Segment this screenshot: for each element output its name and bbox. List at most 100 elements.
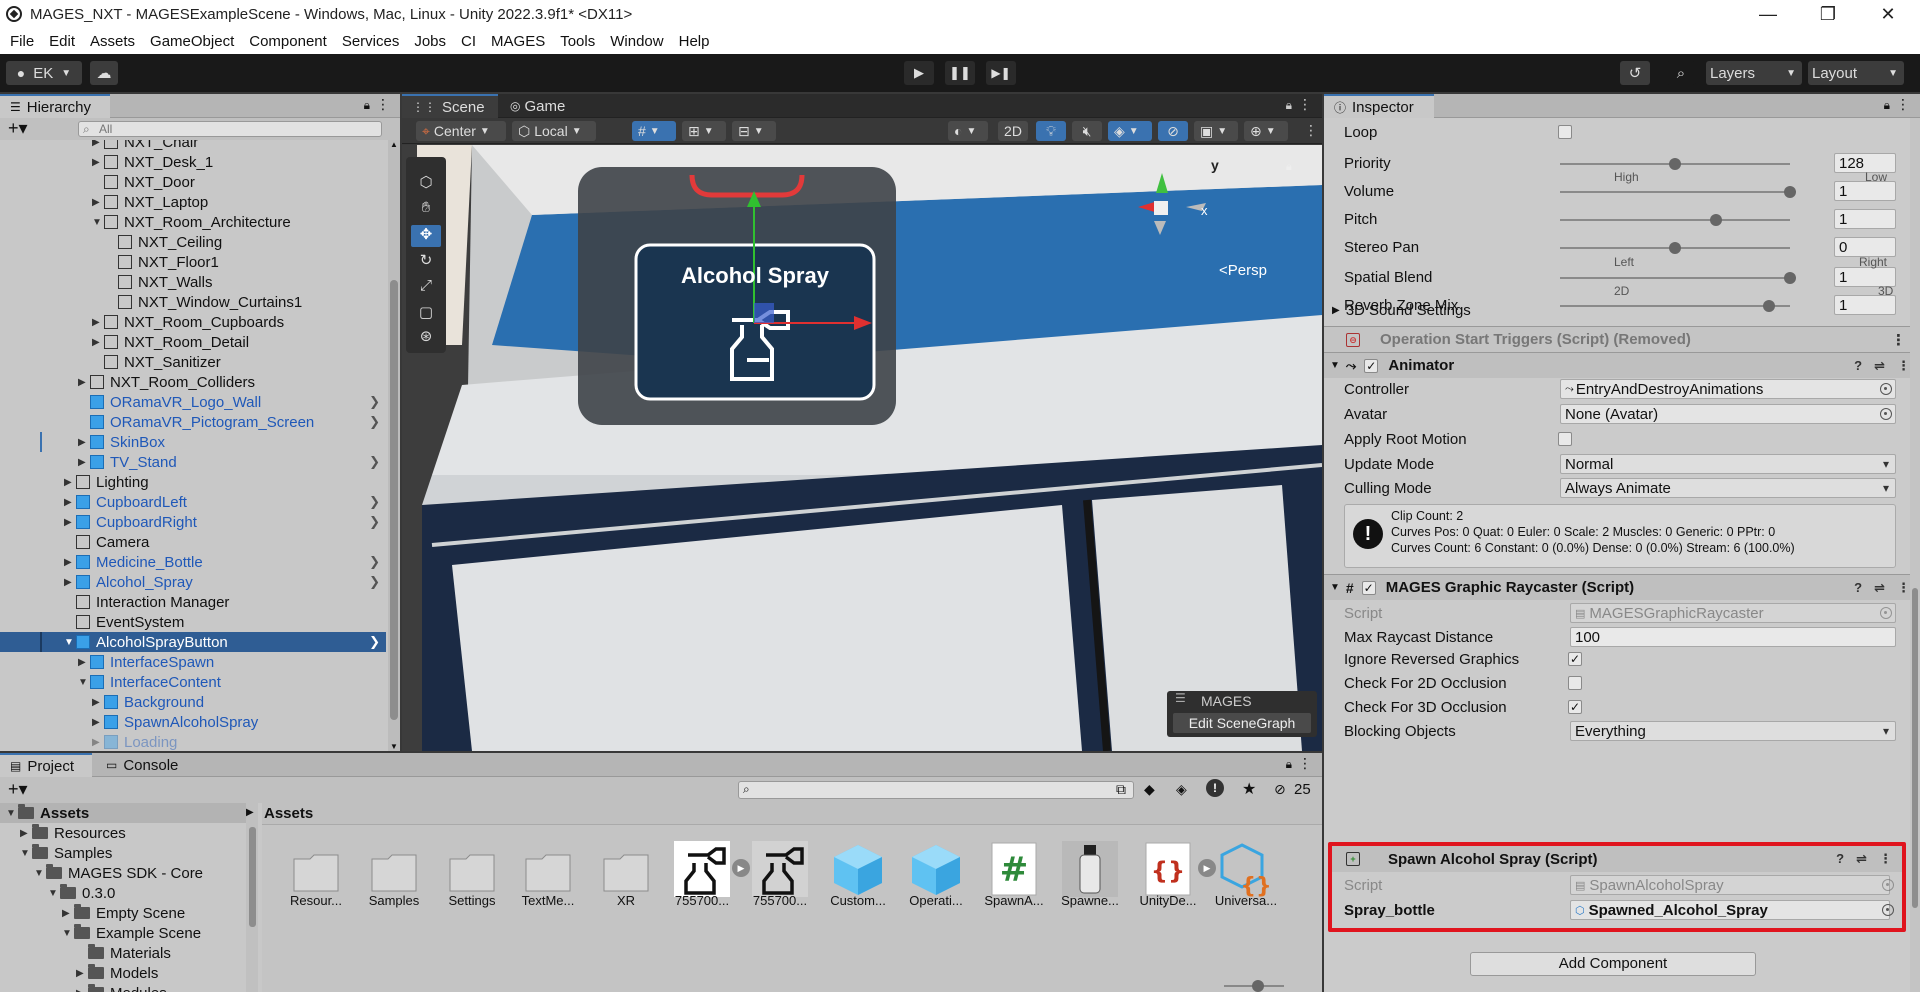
chevron-right-icon[interactable]: ▶ bbox=[92, 317, 104, 328]
hierarchy-item[interactable]: ▶ CupboardRight ❯ bbox=[0, 512, 386, 532]
check-2d-checkbox[interactable] bbox=[1568, 676, 1582, 690]
3d-sound-settings-foldout[interactable]: ▶ 3D Sound Settings bbox=[1332, 299, 1908, 321]
project-tree-item[interactable]: ▼ Assets bbox=[0, 803, 258, 823]
rotate-tool-button[interactable]: ↻ bbox=[411, 251, 441, 273]
lock-icon[interactable]: 🔒︎ bbox=[1286, 98, 1292, 113]
project-tree-item[interactable]: ▶ Resources bbox=[0, 823, 258, 843]
add-icon[interactable]: +▾ bbox=[8, 779, 28, 800]
pause-button[interactable]: ❚❚ bbox=[945, 61, 975, 85]
chevron-right-icon[interactable]: ▶ bbox=[92, 737, 104, 748]
visibility-toggle[interactable]: ⊘ bbox=[1158, 121, 1188, 141]
csharp-script-icon[interactable]: # bbox=[986, 841, 1042, 897]
op-triggers-header[interactable]: ⊖ Operation Start Triggers (Script) (Rem… bbox=[1324, 326, 1920, 352]
play-button[interactable]: ▶ bbox=[904, 61, 934, 85]
kebab-menu-icon[interactable]: ⋮ bbox=[1897, 580, 1910, 596]
chevron-right-icon[interactable]: ▶ bbox=[92, 717, 104, 728]
audio-value-input[interactable]: 1 bbox=[1834, 181, 1896, 201]
expand-asset-icon[interactable]: ▶ bbox=[732, 859, 750, 877]
edit-scenegraph-button[interactable]: Edit SceneGraph bbox=[1173, 713, 1311, 733]
chevron-right-icon[interactable]: ▶ bbox=[78, 657, 90, 668]
move-tool-button[interactable]: ✥ bbox=[411, 225, 441, 247]
open-prefab-icon[interactable]: ❯ bbox=[369, 494, 380, 510]
ruler-button[interactable]: ⊟ ▼ bbox=[732, 121, 776, 141]
tab-scene[interactable]: ⋮⋮ Scene bbox=[402, 94, 498, 118]
star-icon[interactable]: ★ bbox=[1242, 779, 1256, 799]
blocking-objects-dropdown[interactable]: Everything bbox=[1570, 721, 1896, 741]
chevron-down-icon[interactable]: ▼ bbox=[78, 677, 90, 688]
persp-label[interactable]: <Persp bbox=[1219, 262, 1267, 279]
lighting-toggle[interactable]: 💡︎ bbox=[1036, 121, 1066, 141]
root-motion-checkbox[interactable] bbox=[1558, 432, 1572, 446]
scriptable-object-icon[interactable] bbox=[830, 841, 886, 897]
help-icon[interactable]: ? bbox=[1854, 358, 1862, 374]
spray-sprite-icon[interactable] bbox=[752, 841, 808, 897]
spray-bottle-field[interactable]: ⬡ Spawned_Alcohol_Spray bbox=[1570, 900, 1890, 920]
transform-tool-button[interactable]: ⊛ bbox=[411, 327, 441, 349]
chevron-right-icon[interactable]: ▶ bbox=[20, 828, 32, 839]
animator-enabled-checkbox[interactable]: ✓ bbox=[1364, 358, 1379, 373]
chevron-right-icon[interactable]: ▶ bbox=[64, 477, 76, 488]
menu-component[interactable]: Component bbox=[249, 33, 327, 50]
hierarchy-item[interactable]: ▶ Loading bbox=[0, 732, 386, 751]
hierarchy-item[interactable]: ▶ NXT_Laptop bbox=[0, 192, 386, 212]
hierarchy-item[interactable]: ORamaVR_Pictogram_Screen ❯ bbox=[0, 412, 386, 432]
hierarchy-item[interactable]: ▶ CupboardLeft ❯ bbox=[0, 492, 386, 512]
project-search-input[interactable]: ⌕ bbox=[738, 781, 1134, 799]
kebab-menu-icon[interactable]: ⋮ bbox=[1304, 122, 1318, 139]
chevron-down-icon[interactable]: ▼ bbox=[62, 928, 74, 939]
hierarchy-item[interactable]: ▼ InterfaceContent bbox=[0, 672, 386, 692]
history-button[interactable]: ↺ bbox=[1620, 61, 1650, 85]
restore-button[interactable]: ❐ bbox=[1800, 0, 1856, 28]
help-icon[interactable]: ? bbox=[1854, 580, 1862, 596]
tab-console[interactable]: ▭ Console bbox=[96, 753, 196, 777]
folder-icon[interactable] bbox=[520, 841, 576, 897]
hierarchy-item[interactable]: ▶ InterfaceSpawn bbox=[0, 652, 386, 672]
scrollbar-thumb[interactable] bbox=[390, 280, 398, 720]
folder-icon[interactable] bbox=[444, 841, 500, 897]
close-button[interactable]: ✕ bbox=[1860, 0, 1916, 28]
update-mode-dropdown[interactable]: Normal bbox=[1560, 454, 1896, 474]
lock-icon[interactable]: 🔒︎ bbox=[1884, 98, 1890, 113]
chevron-right-icon[interactable]: ▶ bbox=[76, 968, 88, 979]
project-tree-item[interactable]: ▼ MAGES SDK - Core bbox=[0, 863, 258, 883]
object-picker-icon[interactable] bbox=[1880, 383, 1892, 395]
chevron-right-icon[interactable]: ▶ bbox=[64, 557, 76, 568]
hierarchy-item[interactable]: ORamaVR_Logo_Wall ❯ bbox=[0, 392, 386, 412]
preset-icon[interactable]: ⇌ bbox=[1874, 358, 1885, 374]
open-prefab-icon[interactable]: ❯ bbox=[369, 554, 380, 570]
audio-slider[interactable] bbox=[1560, 272, 1796, 284]
project-tree-item[interactable]: ▶ Models bbox=[0, 963, 258, 983]
menu-file[interactable]: File bbox=[10, 33, 34, 50]
hierarchy-search-input[interactable]: ⌕ All bbox=[78, 121, 382, 137]
tab-game[interactable]: ◎ Game bbox=[500, 94, 580, 118]
menu-gameobject[interactable]: GameObject bbox=[150, 33, 234, 50]
object-picker-icon[interactable] bbox=[1882, 904, 1894, 916]
rect-tool-button[interactable]: ▢ bbox=[411, 303, 441, 325]
chevron-down-icon[interactable]: ▼ bbox=[6, 808, 18, 819]
minimize-button[interactable]: — bbox=[1740, 0, 1796, 28]
hierarchy-item[interactable]: NXT_Door bbox=[0, 172, 386, 192]
folder-icon[interactable] bbox=[288, 841, 344, 897]
drag-handle-icon[interactable]: ☰ bbox=[1175, 691, 1186, 705]
project-tree-item[interactable]: ▶ Empty Scene bbox=[0, 903, 258, 923]
menu-help[interactable]: Help bbox=[679, 33, 710, 50]
hierarchy-item[interactable]: ▶ NXT_Room_Detail bbox=[0, 332, 386, 352]
hierarchy-item[interactable]: NXT_Window_Curtains1 bbox=[0, 292, 386, 312]
hierarchy-item[interactable]: ▶ NXT_Room_Cupboards bbox=[0, 312, 386, 332]
animator-header[interactable]: ▼ ⤳ ✓ Animator ? ⇌ ⋮ bbox=[1324, 352, 1920, 378]
chevron-down-icon[interactable]: ▼ bbox=[20, 848, 32, 859]
scale-tool-button[interactable]: ⤢ bbox=[411, 277, 441, 299]
max-raycast-input[interactable]: 100 bbox=[1570, 627, 1896, 647]
audio-value-input[interactable]: 0 bbox=[1834, 237, 1896, 257]
account-button[interactable]: ● EK ▼ bbox=[6, 61, 82, 85]
chevron-right-icon[interactable]: ▶ bbox=[92, 197, 104, 208]
chevron-right-icon[interactable]: ▶ bbox=[92, 697, 104, 708]
scrollbar-thumb[interactable] bbox=[1912, 588, 1918, 908]
zoom-slider[interactable] bbox=[1224, 980, 1284, 992]
kebab-menu-icon[interactable]: ⋮ bbox=[1879, 851, 1892, 867]
add-component-button[interactable]: Add Component bbox=[1470, 952, 1756, 976]
kebab-menu-icon[interactable]: ⋮ bbox=[1897, 358, 1910, 374]
open-prefab-icon[interactable]: ❯ bbox=[369, 454, 380, 470]
json-file-icon[interactable]: {} bbox=[1140, 841, 1196, 897]
help-icon[interactable]: ? bbox=[1836, 851, 1844, 867]
